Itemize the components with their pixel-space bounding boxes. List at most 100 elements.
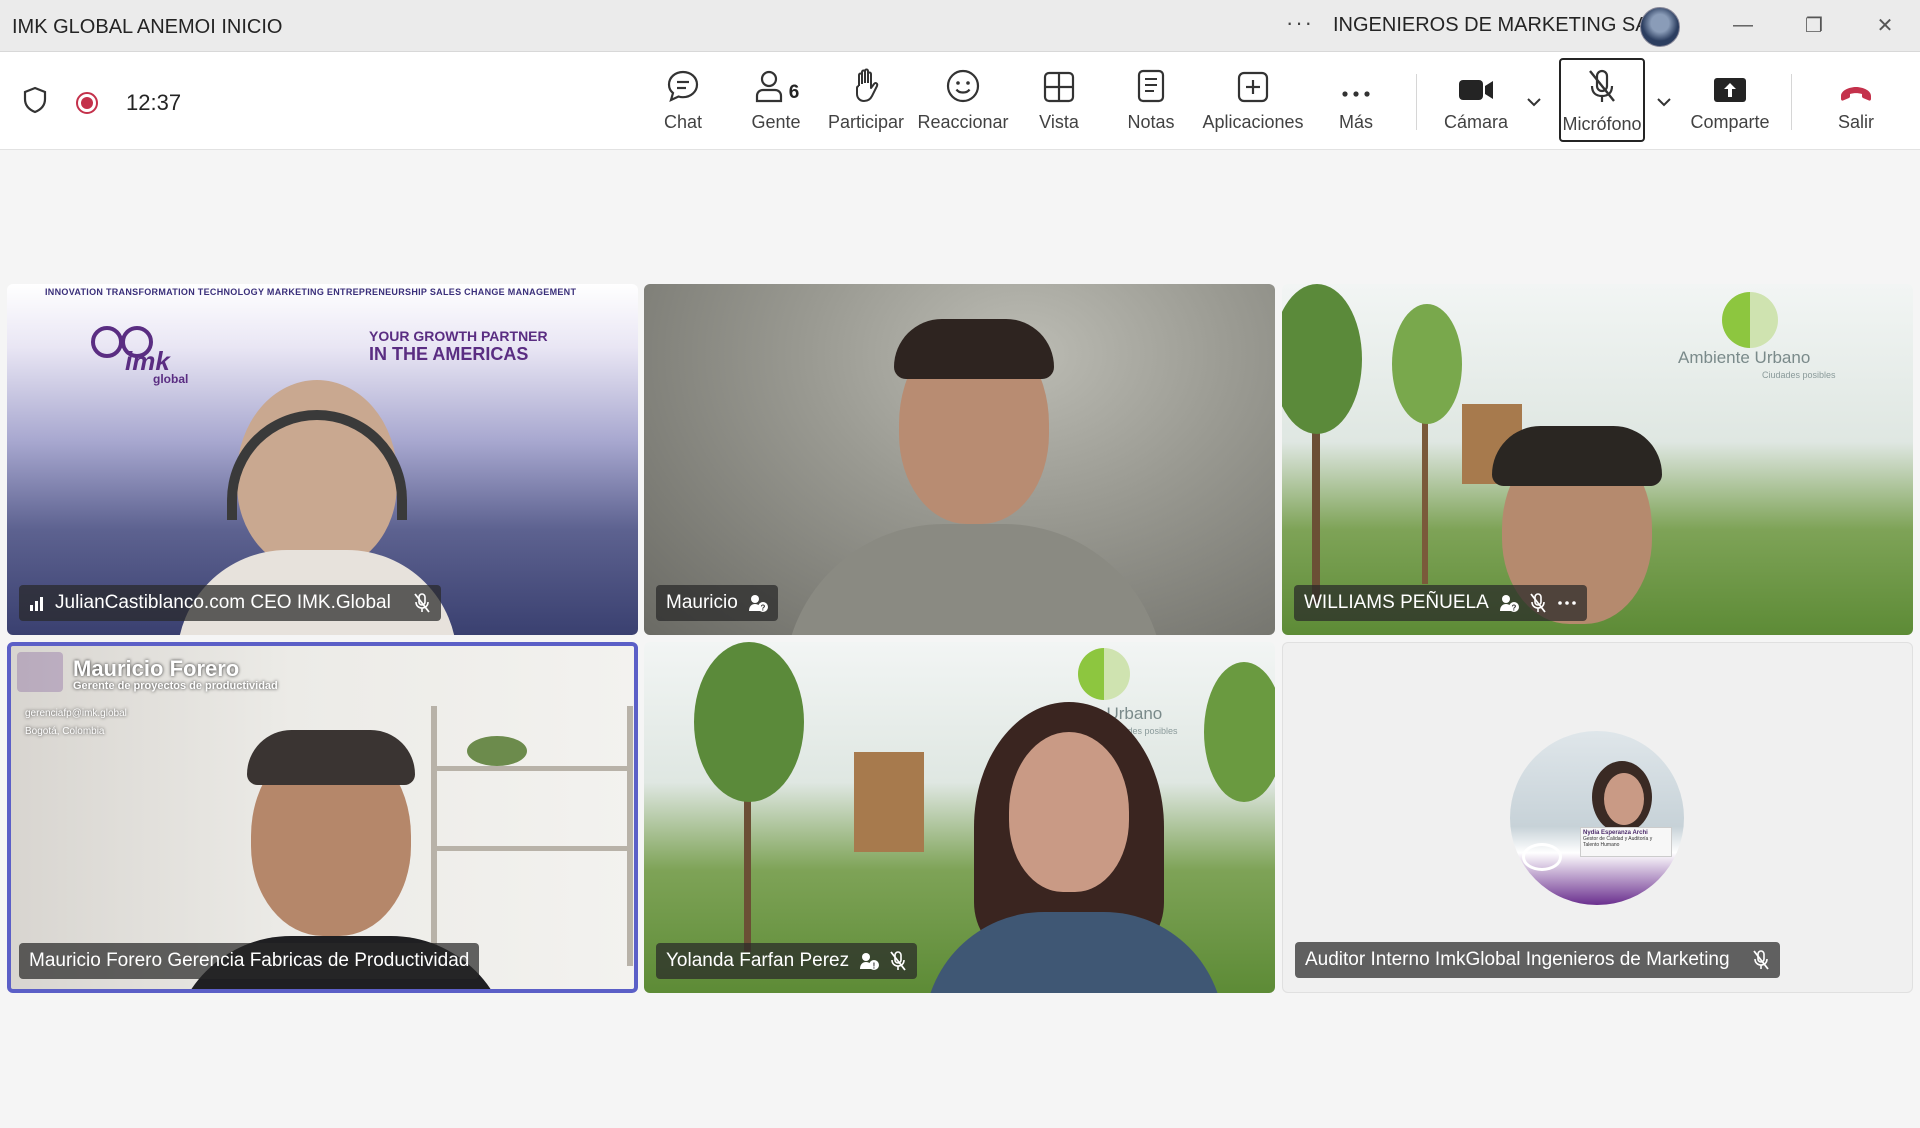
person-icon	[755, 70, 782, 103]
overlay-name: Mauricio Forero	[73, 656, 240, 681]
meeting-toolbar: 12:37 Chat 6 Gente Participar Reaccionar…	[0, 52, 1920, 150]
ambiente-urbano-logo-icon	[1078, 648, 1130, 700]
more-button[interactable]: Más	[1336, 58, 1376, 142]
react-button[interactable]: Reaccionar	[917, 58, 1009, 142]
more-label: Más	[1338, 112, 1373, 132]
overlay-email: gerenciafp@imk.global	[25, 708, 127, 719]
participant-tile-auditor[interactable]: Nydia Esperanza Archi Gestor de Calidad …	[1282, 642, 1913, 993]
background-brand: Ambiente Urbano	[1678, 348, 1811, 367]
people-button[interactable]: 6 Gente	[750, 58, 802, 142]
mic-muted-icon	[1589, 69, 1615, 102]
participant-tile-yolanda[interactable]: nbiente Urbano Ciudades posibles Yolanda…	[644, 642, 1275, 993]
chat-button[interactable]: Chat	[660, 58, 706, 142]
participant-name-chip: WILLIAMS PEÑUELA ?	[1294, 585, 1587, 621]
participant-tile-mauricio[interactable]: Mauricio ?	[644, 284, 1275, 635]
participant-name-chip: Auditor Interno ImkGlobal Ingenieros de …	[1295, 942, 1780, 978]
more-options-icon[interactable]: ···	[1286, 10, 1314, 36]
people-label: Gente	[751, 112, 801, 132]
mic-button[interactable]: Micrófono	[1559, 58, 1645, 142]
participant-name: Yolanda Farfan Perez	[666, 950, 850, 971]
window-title: IMK GLOBAL ANEMOI INICIO	[12, 16, 283, 38]
close-button[interactable]: ✕	[1870, 10, 1900, 40]
smiley-icon	[946, 69, 980, 103]
participant-video-figure	[924, 702, 1224, 993]
participant-name-chip: Mauricio Forero Gerencia Fabricas de Pro…	[19, 943, 480, 979]
signal-strength-icon	[29, 595, 45, 611]
participant-video-figure	[784, 319, 1164, 635]
view-button[interactable]: Vista	[1037, 58, 1081, 142]
guest-icon: ?	[748, 593, 768, 613]
add-app-icon	[1237, 71, 1269, 103]
mic-muted-icon	[889, 951, 907, 971]
participant-name-chip: Yolanda Farfan Perez !	[656, 943, 918, 979]
background-slogan-line1: YOUR GROWTH PARTNER	[369, 328, 548, 344]
react-label: Reaccionar	[917, 112, 1009, 132]
participant-name-chip: Mauricio ?	[656, 585, 778, 621]
minimize-button[interactable]: —	[1728, 10, 1758, 40]
participant-tile-mauricio-forero[interactable]: Mauricio Forero Gerente de proyectos de …	[7, 642, 638, 993]
view-label: Vista	[1039, 112, 1079, 132]
mic-muted-icon	[1752, 950, 1770, 970]
video-camera-icon	[1459, 80, 1493, 100]
notes-button[interactable]: Notas	[1125, 58, 1177, 142]
restore-button[interactable]: ❐	[1799, 10, 1829, 40]
mic-muted-icon	[1529, 593, 1547, 613]
leave-label: Salir	[1837, 112, 1874, 132]
share-screen-icon	[1714, 78, 1746, 102]
overlay-location: Bogotá, Colombia	[25, 726, 105, 737]
mic-label: Micrófono	[1562, 114, 1642, 134]
participant-tile-williams[interactable]: Ambiente Urbano Ciudades posibles WILLIA…	[1282, 284, 1913, 635]
notes-label: Notas	[1127, 112, 1175, 132]
guest-icon: ?	[1499, 593, 1519, 613]
window-titlebar: IMK GLOBAL ANEMOI INICIO ··· INGENIEROS …	[0, 0, 1920, 52]
participant-name: JulianCastiblanco.com CEO IMK.Global	[55, 592, 391, 613]
apps-button[interactable]: Aplicaciones	[1202, 58, 1304, 142]
participant-name-chip: JulianCastiblanco.com CEO IMK.Global	[19, 585, 441, 621]
overlay-role: Gerente de proyectos de productividad	[73, 680, 278, 692]
participant-name: WILLIAMS PEÑUELA	[1304, 592, 1489, 613]
toolbar-divider	[1416, 74, 1417, 130]
hand-icon	[856, 68, 879, 102]
notes-icon	[1137, 69, 1165, 103]
apps-label: Aplicaciones	[1202, 112, 1304, 132]
camera-button[interactable]: Cámara	[1443, 58, 1509, 142]
svg-text:?: ?	[1511, 604, 1516, 613]
people-count: 6	[788, 82, 800, 103]
leave-button[interactable]: Salir	[1834, 58, 1878, 142]
mic-muted-icon	[413, 593, 431, 613]
participant-name: Auditor Interno ImkGlobal Ingenieros de …	[1305, 949, 1730, 970]
chat-icon	[667, 70, 699, 103]
recording-icon[interactable]	[76, 91, 98, 114]
ambiente-urbano-logo-icon	[1722, 292, 1778, 348]
share-button[interactable]: Comparte	[1690, 58, 1770, 142]
camera-label: Cámara	[1443, 112, 1509, 132]
camera-options-chevron-icon[interactable]	[1524, 92, 1544, 112]
svg-text:!: !	[873, 962, 876, 971]
mic-options-chevron-icon[interactable]	[1654, 92, 1674, 112]
account-avatar[interactable]	[1640, 7, 1680, 47]
background-slogan-line2: IN THE AMERICAS	[369, 344, 529, 364]
participant-avatar: Nydia Esperanza Archi Gestor de Calidad …	[1510, 731, 1684, 905]
participant-name: Mauricio Forero Gerencia Fabricas de Pro…	[29, 950, 470, 971]
imk-logo-sub: global	[153, 372, 189, 386]
more-horizontal-icon	[1342, 91, 1370, 97]
organization-name[interactable]: INGENIEROS DE MARKETING SAS	[1333, 14, 1662, 37]
participant-more-options-icon[interactable]	[1557, 599, 1577, 607]
background-tagline: INNOVATION TRANSFORMATION TECHNOLOGY MAR…	[45, 287, 577, 297]
grid-view-icon	[1043, 71, 1075, 103]
raise-hand-button[interactable]: Participar	[828, 58, 904, 142]
participant-tile-julian[interactable]: INNOVATION TRANSFORMATION TECHNOLOGY MAR…	[7, 284, 638, 635]
avatar-role: Gestor de Calidad y Auditoría y Talento …	[1583, 836, 1653, 848]
imk-logo	[17, 652, 63, 692]
guest-icon: !	[859, 951, 880, 971]
share-label: Comparte	[1690, 112, 1770, 132]
chat-label: Chat	[663, 112, 703, 132]
hang-up-icon	[1841, 87, 1871, 101]
toolbar-divider	[1791, 74, 1792, 130]
participant-name: Mauricio	[666, 592, 738, 613]
svg-text:?: ?	[760, 604, 765, 613]
raise-hand-label: Participar	[827, 112, 905, 132]
background-brand-sub: Ciudades posibles	[1762, 370, 1836, 380]
shield-icon[interactable]	[22, 86, 48, 119]
meeting-timer: 12:37	[126, 89, 182, 115]
